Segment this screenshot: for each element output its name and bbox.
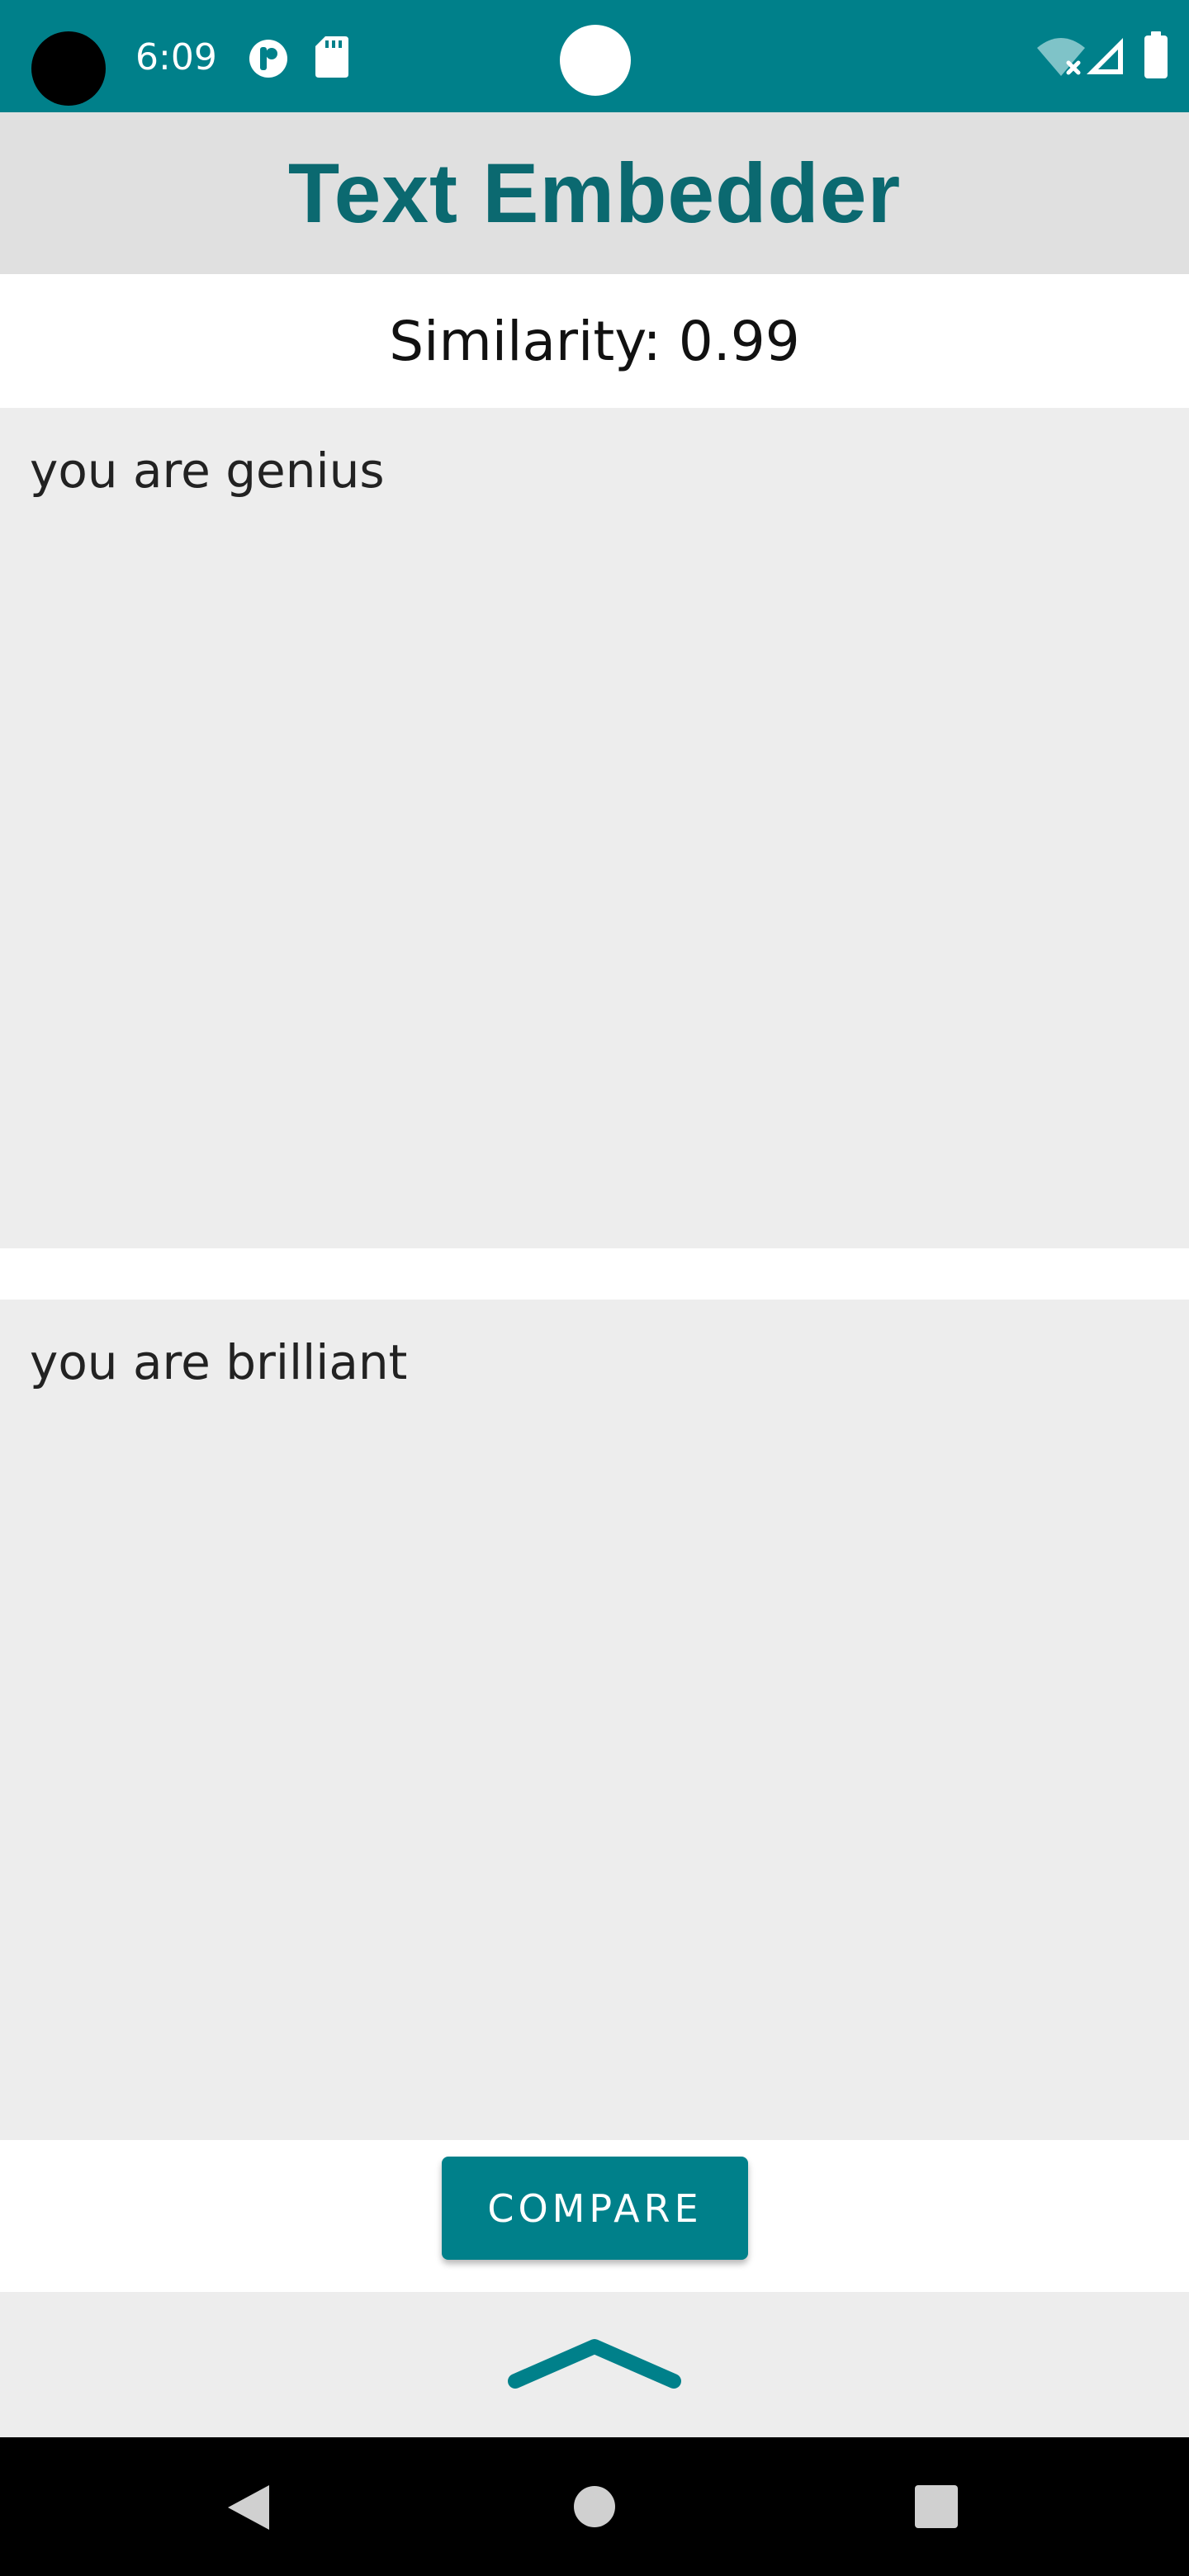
status-time: 6:09 — [135, 36, 217, 78]
sd-card-icon — [315, 36, 348, 78]
back-icon[interactable] — [223, 2482, 272, 2533]
app-notification-icon — [249, 40, 287, 78]
wifi-off-icon — [1037, 38, 1085, 76]
navigation-bar — [0, 2437, 1189, 2576]
home-icon[interactable] — [573, 2485, 616, 2528]
second-text-input[interactable]: you are brilliant — [0, 1300, 1189, 2140]
signal-icon — [1087, 38, 1123, 74]
first-text-value: you are genius — [30, 443, 385, 499]
battery-icon — [1144, 31, 1168, 78]
similarity-result: Similarity: 0.99 — [389, 309, 800, 373]
recents-icon[interactable] — [915, 2485, 958, 2528]
compare-button[interactable]: COMPARE — [442, 2157, 748, 2260]
chevron-up-icon[interactable] — [504, 2337, 685, 2403]
front-camera — [560, 25, 631, 96]
status-bar: 6:09 — [0, 0, 1189, 112]
second-text-value: you are brilliant — [30, 1334, 408, 1390]
app-bar: Text Embedder — [0, 112, 1189, 274]
app-title: Text Embedder — [287, 145, 902, 240]
camera-cutout — [31, 31, 106, 106]
first-text-input[interactable]: you are genius — [0, 408, 1189, 1248]
